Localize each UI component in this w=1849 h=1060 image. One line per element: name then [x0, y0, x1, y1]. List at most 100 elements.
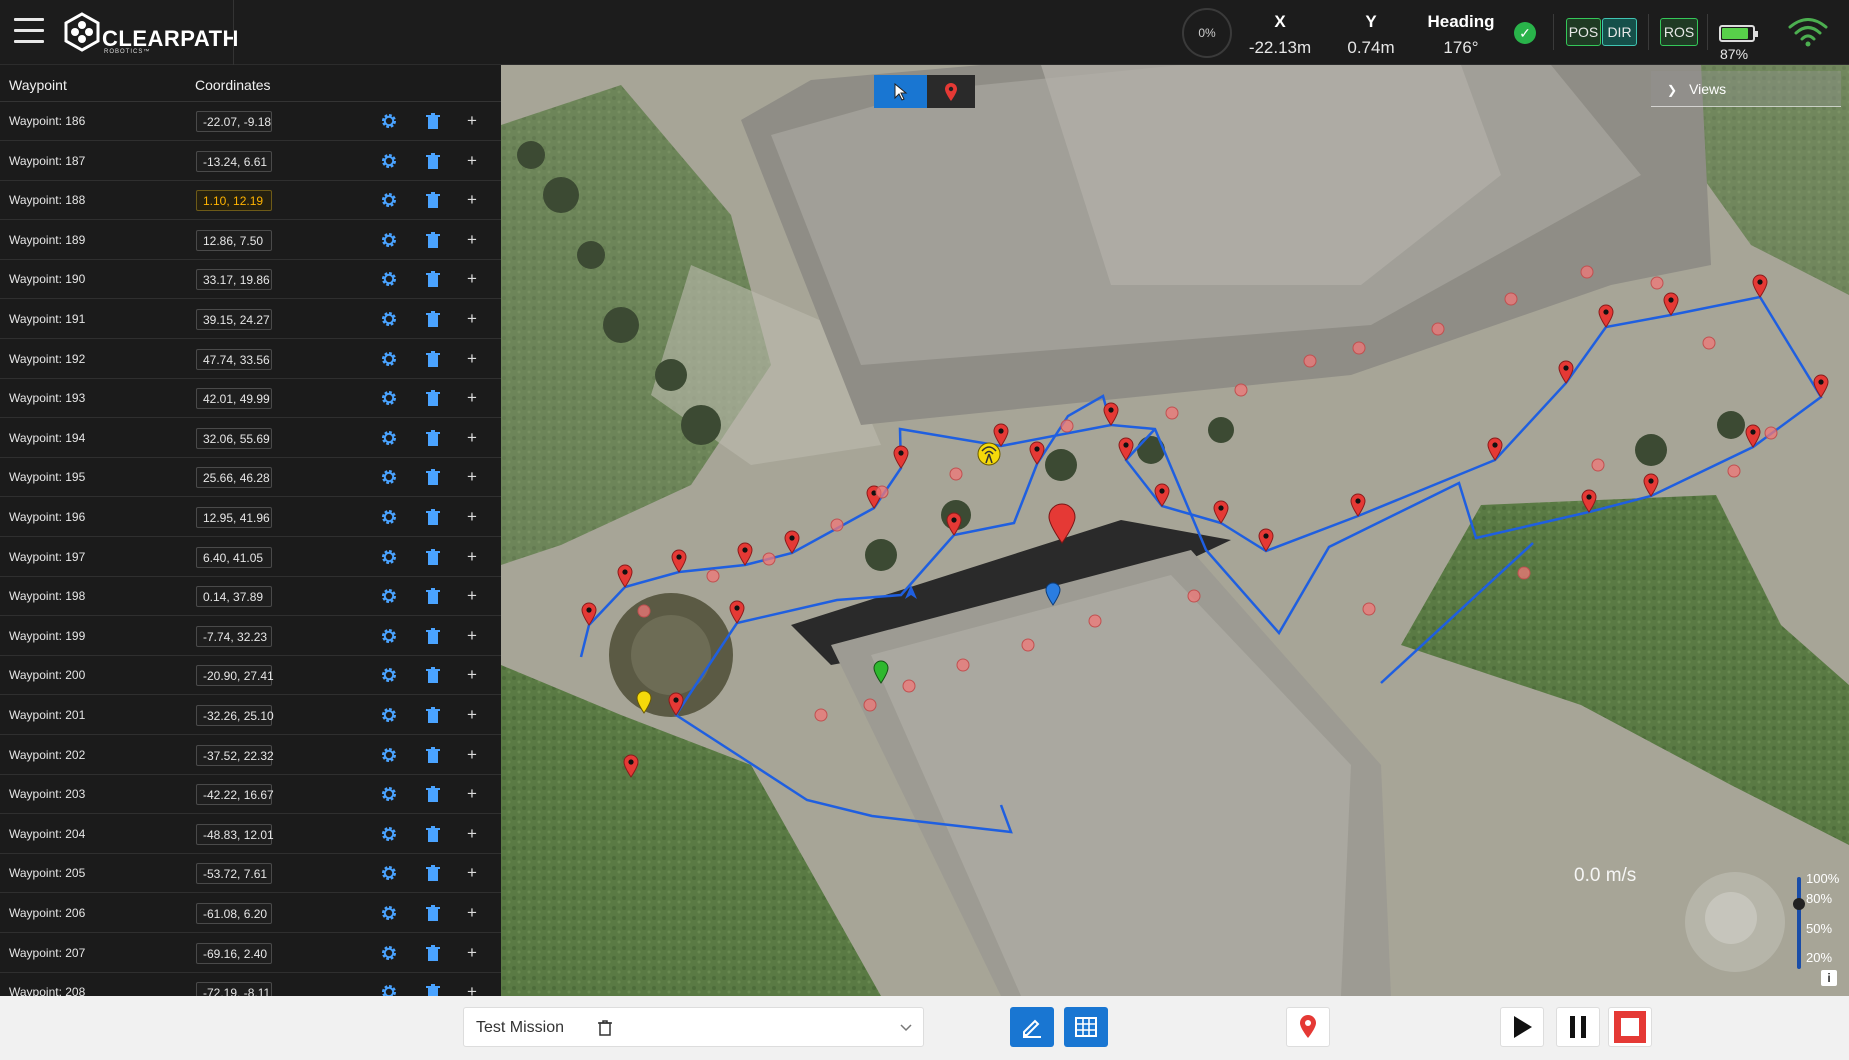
base-station-icon[interactable] — [977, 442, 1001, 466]
path-point[interactable] — [875, 485, 889, 499]
waypoint-row[interactable]: Waypoint: 202 -37.52, 22.32 + — [0, 736, 501, 775]
waypoint-coordinates-field[interactable]: 12.95, 41.96 — [196, 507, 272, 528]
hamburger-menu-button[interactable] — [14, 18, 44, 46]
gear-icon[interactable] — [380, 587, 398, 605]
waypoint-marker-button[interactable] — [1286, 1007, 1330, 1047]
stop-button[interactable] — [1608, 1007, 1652, 1047]
waypoint-row[interactable]: Waypoint: 208 -72.19, -8.11 + — [0, 973, 501, 996]
waypoint-row[interactable]: Waypoint: 186 -22.07, -9.18 + — [0, 102, 501, 141]
waypoint-coordinates-field[interactable]: -53.72, 7.61 — [196, 863, 272, 885]
trash-icon[interactable] — [425, 350, 441, 368]
select-tool-button[interactable] — [874, 75, 927, 108]
trash-icon[interactable] — [425, 112, 441, 130]
speed-limit-slider-knob[interactable] — [1793, 898, 1805, 910]
path-point[interactable] — [637, 604, 651, 618]
gear-icon[interactable] — [380, 904, 398, 922]
path-point[interactable] — [1187, 589, 1201, 603]
trash-icon[interactable] — [425, 785, 441, 803]
gear-icon[interactable] — [380, 152, 398, 170]
path-point[interactable] — [949, 467, 963, 481]
pause-button[interactable] — [1556, 1007, 1600, 1047]
waypoint-coordinates-field[interactable]: 25.66, 46.28 — [196, 467, 272, 489]
path-point[interactable] — [1727, 464, 1741, 478]
add-waypoint-icon[interactable]: + — [464, 468, 480, 486]
trash-icon[interactable] — [425, 152, 441, 170]
waypoint-row[interactable]: Waypoint: 188 1.10, 12.19 + — [0, 181, 501, 221]
waypoint-coordinates-field[interactable]: 6.40, 41.05 — [196, 546, 272, 568]
waypoint-row[interactable]: Waypoint: 197 6.40, 41.05 + — [0, 538, 501, 577]
waypoint-row[interactable]: Waypoint: 187 -13.24, 6.61 + — [0, 142, 501, 181]
path-point[interactable] — [706, 569, 720, 583]
waypoint-row[interactable]: Waypoint: 204 -48.83, 12.01 + — [0, 815, 501, 854]
path-point[interactable] — [1165, 406, 1179, 420]
add-waypoint-icon[interactable]: + — [464, 983, 480, 996]
path-point[interactable] — [956, 658, 970, 672]
waypoint-coordinates-field[interactable]: 0.14, 37.89 — [196, 586, 272, 608]
add-waypoint-icon[interactable]: + — [464, 745, 480, 764]
waypoint-coordinates-field[interactable]: -13.24, 6.61 — [196, 150, 272, 172]
play-button[interactable] — [1500, 1007, 1544, 1047]
trash-icon[interactable] — [425, 508, 441, 526]
satellite-map[interactable]: ❯ Views 0.0 m/s 100% 80% 50% 20% i — [501, 65, 1849, 996]
add-waypoint-icon[interactable]: + — [464, 112, 480, 130]
waypoint-coordinates-field[interactable]: -42.22, 16.67 — [196, 784, 274, 806]
gear-icon[interactable] — [380, 825, 398, 843]
waypoint-row[interactable]: Waypoint: 194 32.06, 55.69 + — [0, 419, 501, 458]
gear-icon[interactable] — [380, 508, 398, 526]
waypoint-row[interactable]: Waypoint: 199 -7.74, 32.23 + — [0, 617, 501, 656]
info-icon[interactable]: i — [1821, 970, 1837, 986]
add-waypoint-icon[interactable]: + — [464, 547, 480, 566]
path-point[interactable] — [1580, 265, 1594, 279]
gear-icon[interactable] — [380, 785, 398, 803]
gear-icon[interactable] — [380, 746, 398, 764]
delete-mission-icon[interactable] — [597, 1019, 613, 1037]
path-point[interactable] — [1088, 614, 1102, 628]
trash-icon[interactable] — [425, 944, 441, 962]
add-waypoint-icon[interactable]: + — [464, 587, 480, 605]
add-waypoint-icon[interactable]: + — [464, 310, 480, 328]
edit-mission-button[interactable] — [1010, 1007, 1054, 1047]
path-point[interactable] — [1060, 419, 1074, 433]
gear-icon[interactable] — [380, 112, 398, 130]
waypoint-row[interactable]: Waypoint: 190 33.17, 19.86 + — [0, 260, 501, 300]
path-point[interactable] — [1764, 426, 1778, 440]
add-waypoint-icon[interactable]: + — [464, 943, 480, 962]
waypoint-coordinates-field[interactable]: 33.17, 19.86 — [196, 269, 272, 291]
waypoint-coordinates-field[interactable]: -48.83, 12.01 — [196, 823, 274, 845]
trash-icon[interactable] — [425, 746, 441, 764]
waypoint-row[interactable]: Waypoint: 196 12.95, 41.96 + — [0, 498, 501, 537]
trash-icon[interactable] — [425, 468, 441, 486]
waypoint-coordinates-field[interactable]: -69.16, 2.40 — [196, 942, 272, 964]
waypoint-coordinates-field[interactable]: -37.52, 22.32 — [196, 744, 274, 766]
add-waypoint-icon[interactable]: + — [464, 270, 480, 288]
gear-icon[interactable] — [380, 983, 398, 996]
gear-icon[interactable] — [380, 944, 398, 962]
trash-icon[interactable] — [425, 191, 441, 209]
gear-icon[interactable] — [380, 666, 398, 684]
trash-icon[interactable] — [425, 587, 441, 605]
gear-icon[interactable] — [380, 310, 398, 328]
waypoint-coordinates-field[interactable]: 47.74, 33.56 — [196, 348, 272, 370]
path-point[interactable] — [1517, 566, 1531, 580]
path-point[interactable] — [902, 679, 916, 693]
add-waypoint-icon[interactable]: + — [464, 706, 480, 724]
gear-icon[interactable] — [380, 468, 398, 486]
gear-icon[interactable] — [380, 429, 398, 447]
add-waypoint-icon[interactable]: + — [464, 666, 480, 684]
path-point[interactable] — [1352, 341, 1366, 355]
trash-icon[interactable] — [425, 429, 441, 447]
dir-status-badge[interactable]: DIR — [1602, 18, 1637, 46]
path-point[interactable] — [1702, 336, 1716, 350]
waypoint-row[interactable]: Waypoint: 205 -53.72, 7.61 + — [0, 854, 501, 894]
waypoint-row[interactable]: Waypoint: 189 12.86, 7.50 + — [0, 221, 501, 260]
path-point[interactable] — [814, 708, 828, 722]
path-point[interactable] — [1504, 292, 1518, 306]
waypoint-row[interactable]: Waypoint: 207 -69.16, 2.40 + — [0, 934, 501, 973]
pos-status-badge[interactable]: POS — [1566, 18, 1601, 46]
add-waypoint-icon[interactable]: + — [464, 626, 480, 645]
add-waypoint-icon[interactable]: + — [464, 904, 480, 922]
path-point[interactable] — [1650, 276, 1664, 290]
add-waypoint-icon[interactable]: + — [464, 389, 480, 407]
waypoint-row[interactable]: Waypoint: 193 42.01, 49.99 + — [0, 379, 501, 419]
trash-icon[interactable] — [425, 983, 441, 996]
